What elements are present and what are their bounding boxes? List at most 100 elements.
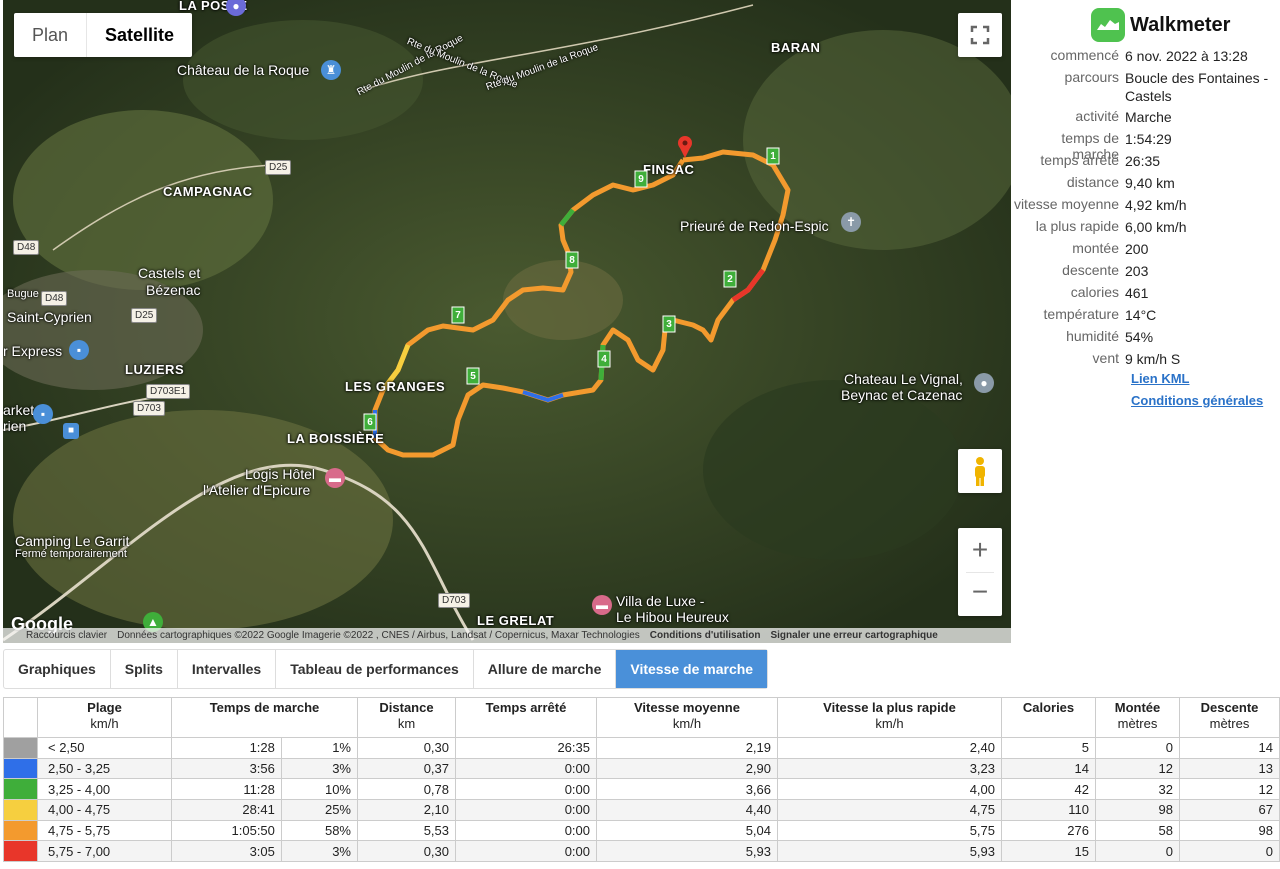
tab-tableau-performances[interactable]: Tableau de performances xyxy=(276,650,474,688)
speed-table: Plage km/h Temps de marche Distance km Tem… xyxy=(3,697,1280,863)
report-error-link[interactable]: Signaler une erreur cartographique xyxy=(765,628,942,643)
color-header xyxy=(3,697,38,738)
table-row: 4,75 - 5,75 1:05:50 58% 5,53 0:00 5,04 5,75 276… xyxy=(3,819,1280,842)
map-label-saint-cyprien: Saint-Cyprien xyxy=(7,309,92,325)
road-label: D48 xyxy=(41,291,68,306)
walkmeter-logo-icon xyxy=(1091,8,1125,42)
color-swatch xyxy=(3,757,38,780)
info-row: montée 200 xyxy=(1011,240,1280,258)
map-label-market: arket xyxy=(3,402,35,418)
col-header: Vitesse moyenne km/h xyxy=(596,697,778,738)
info-key: vitesse moyenne xyxy=(1013,196,1119,212)
fullscreen-button[interactable] xyxy=(958,13,1002,57)
church-icon[interactable]: ✝ xyxy=(841,212,861,232)
place-icon[interactable]: ● xyxy=(974,373,994,393)
cell-temps: 1:05:50 xyxy=(171,819,282,842)
map-label-camping-closed: Fermé temporairement xyxy=(15,548,127,560)
info-key: température xyxy=(1043,306,1119,322)
cell-rapide: 4,75 xyxy=(777,799,1002,821)
map-label-finsac: FINSAC xyxy=(643,162,695,177)
cell-arrete: 0:00 xyxy=(455,819,597,842)
cell-plage: 2,50 - 3,25 xyxy=(37,757,172,780)
map-label-les-granges: LES GRANGES xyxy=(345,379,446,394)
road-label: D703 xyxy=(438,593,470,608)
cell-rapide: 5,75 xyxy=(777,819,1002,842)
map-type-plan-button[interactable]: Plan xyxy=(14,13,86,57)
castle-icon[interactable]: ♜ xyxy=(321,60,341,80)
cell-pct: 25% xyxy=(280,799,359,821)
hotel-icon[interactable]: ▬ xyxy=(325,468,345,488)
shopping-icon[interactable]: ▪ xyxy=(69,340,89,360)
keyboard-shortcuts-link[interactable]: Raccourcis clavier xyxy=(21,628,112,643)
map-label-beynac: Beynac et Cazenac xyxy=(841,387,963,403)
shopping-icon[interactable]: ▪ xyxy=(33,404,53,424)
cell-moyenne: 3,66 xyxy=(596,778,778,801)
cell-arrete: 0:00 xyxy=(455,840,597,863)
cell-plage: 5,75 - 7,00 xyxy=(37,840,172,863)
map-label-luziers: LUZIERS xyxy=(125,362,185,377)
info-row: activité Marche xyxy=(1011,108,1280,126)
info-key: montée xyxy=(1072,240,1119,256)
tab-intervalles[interactable]: Intervalles xyxy=(178,650,277,688)
color-swatch xyxy=(3,778,38,801)
info-value: Boucle des Fontaines - Castels xyxy=(1125,70,1269,104)
terms-of-use-link[interactable]: Conditions d'utilisation xyxy=(645,628,766,643)
map-label-castels: Castels et xyxy=(138,265,201,281)
col-header: Vitesse la plus rapide km/h xyxy=(777,697,1002,738)
info-value: Marche xyxy=(1125,109,1172,125)
info-key: activité xyxy=(1075,108,1119,124)
cell-calories: 110 xyxy=(1001,799,1096,821)
info-key: parcours xyxy=(1064,69,1119,85)
map-label-bezenac: Bézenac xyxy=(146,282,201,298)
color-swatch xyxy=(3,819,38,842)
cell-moyenne: 5,04 xyxy=(596,819,778,842)
terms-link[interactable]: Conditions générales xyxy=(1131,393,1263,408)
table-row: 3,25 - 4,00 11:28 10% 0,78 0:00 3,66 4,00 42 32 1… xyxy=(3,778,1280,801)
cell-calories: 15 xyxy=(1001,840,1096,863)
col-header: Calories xyxy=(1001,697,1096,738)
info-value: 54% xyxy=(1125,329,1154,345)
cell-calories: 276 xyxy=(1001,819,1096,842)
kml-link[interactable]: Lien KML xyxy=(1131,371,1190,386)
cell-descente: 98 xyxy=(1179,819,1280,842)
map-label-camping: Camping Le Garrit xyxy=(15,533,130,549)
cell-temps: 1:28 xyxy=(171,737,282,759)
cell-rapide: 3,23 xyxy=(777,757,1002,780)
road-label: D48 xyxy=(13,240,40,255)
map-type-satellite-button[interactable]: Satellite xyxy=(86,13,192,57)
app-brand: Walkmeter xyxy=(1091,8,1230,42)
zoom-control: + − xyxy=(958,528,1002,616)
info-row: distance 9,40 km xyxy=(1011,174,1280,192)
map-label-villa: Le Hibou Heureux xyxy=(616,609,729,625)
info-row: temps arrêté 26:35 xyxy=(1011,152,1280,170)
cell-moyenne: 2,90 xyxy=(596,757,778,780)
tab-splits[interactable]: Splits xyxy=(111,650,178,688)
street-view-button[interactable] xyxy=(958,449,1002,493)
cell-pct: 3% xyxy=(280,840,359,863)
info-key: commencé xyxy=(1050,47,1119,63)
table-row: 5,75 - 7,00 3:05 3% 0,30 0:00 5,93 5,93 15 0 0 xyxy=(3,840,1280,863)
bus-icon[interactable]: ■ xyxy=(63,423,79,439)
col-header: Temps de marche xyxy=(171,697,358,738)
tab-allure-marche[interactable]: Allure de marche xyxy=(474,650,617,688)
tab-graphiques[interactable]: Graphiques xyxy=(4,650,111,688)
zoom-out-button[interactable]: − xyxy=(958,572,1002,616)
tab-vitesse-marche[interactable]: Vitesse de marche xyxy=(616,650,768,688)
col-header: Distance km xyxy=(357,697,456,738)
cell-calories: 5 xyxy=(1001,737,1096,759)
hotel-icon[interactable]: ▬ xyxy=(592,595,612,615)
road-label: D25 xyxy=(265,160,292,175)
info-value: 9,40 km xyxy=(1125,175,1175,191)
info-value: 4,92 km/h xyxy=(1125,197,1187,213)
map-label-le-grelat: LE GRELAT xyxy=(477,613,555,628)
cell-calories: 14 xyxy=(1001,757,1096,780)
road-label: D25 xyxy=(131,308,158,323)
info-key: descente xyxy=(1062,262,1119,278)
info-row: parcours Boucle des Fontaines - Castels xyxy=(1011,69,1280,105)
tab-bar: Graphiques Splits Intervalles Tableau de… xyxy=(3,649,769,689)
color-swatch xyxy=(3,799,38,821)
zoom-in-button[interactable]: + xyxy=(958,528,1002,572)
cell-moyenne: 5,93 xyxy=(596,840,778,863)
map[interactable]: LA POSTE ● Château de la Roque ♜ Rte du … xyxy=(3,0,1011,643)
table-row: 4,00 - 4,75 28:41 25% 2,10 0:00 4,40 4,75 110 98… xyxy=(3,799,1280,821)
